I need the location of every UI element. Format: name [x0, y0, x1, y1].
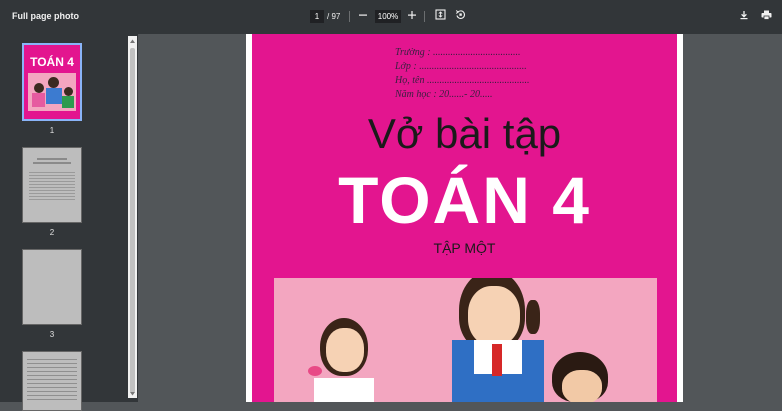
- download-button[interactable]: [736, 8, 752, 25]
- page-total: / 97: [327, 12, 341, 21]
- thumbnail-label: 2: [49, 228, 55, 237]
- book-subject: TOÁN 4: [338, 163, 591, 237]
- scroll-down-icon[interactable]: [129, 391, 136, 397]
- thumbnail-page-2[interactable]: [22, 147, 82, 223]
- thumbnail-sidebar: TOÁN 4 1 2 3: [0, 34, 138, 411]
- name-line: Họ, tên ................................…: [395, 75, 530, 86]
- minus-icon: [359, 14, 367, 16]
- rotate-button[interactable]: [452, 8, 468, 25]
- thumbnail-page-3[interactable]: [22, 249, 82, 325]
- thumbnail-label: 3: [49, 330, 55, 339]
- scroll-up-icon[interactable]: [129, 38, 136, 44]
- school-line: Trường : ...............................…: [395, 47, 521, 58]
- zoom-in-button[interactable]: [404, 8, 420, 25]
- rotate-icon: [455, 10, 465, 19]
- toolbar: Full page photo 1 / 97 100%: [0, 0, 782, 34]
- thumbnail-title: TOÁN 4: [30, 55, 74, 69]
- document-page: Trường : ...............................…: [246, 34, 683, 402]
- toolbar-divider: [349, 11, 350, 22]
- book-title: Vở bài tập: [367, 110, 562, 157]
- school-year-line: Năm học : 20......- 20.....: [395, 89, 493, 100]
- thumbnail-illustration: [28, 73, 76, 111]
- zoom-out-button[interactable]: [355, 8, 371, 25]
- document-viewer[interactable]: Trường : ...............................…: [138, 34, 782, 402]
- thumbnail-page-4[interactable]: [22, 351, 82, 411]
- thumbnail-page-1[interactable]: TOÁN 4: [22, 43, 82, 121]
- girl-face: [326, 328, 364, 372]
- cover-illustration: [274, 278, 657, 402]
- thumbnail-label: 1: [49, 126, 55, 135]
- document-title: Full page photo: [12, 11, 79, 21]
- book-volume: TẬP MỘT: [433, 240, 496, 256]
- print-icon: [761, 10, 771, 20]
- sidebar-scrollbar-thumb[interactable]: [130, 48, 135, 393]
- boy-face: [562, 370, 602, 402]
- fit-page-icon: [434, 9, 446, 20]
- girl-face: [468, 286, 520, 346]
- fit-page-button[interactable]: [432, 8, 448, 25]
- book-cover: Trường : ...............................…: [252, 34, 677, 402]
- zoom-input[interactable]: 100%: [375, 10, 401, 23]
- class-line: Lớp : ..................................…: [395, 61, 527, 72]
- girl-ribbon: [308, 366, 322, 376]
- red-scarf: [492, 344, 502, 376]
- plus-icon: [408, 11, 416, 19]
- page-number-input[interactable]: 1: [310, 10, 324, 23]
- download-icon: [740, 11, 748, 20]
- print-button[interactable]: [758, 8, 774, 25]
- girl-shirt: [314, 378, 374, 402]
- toolbar-divider: [424, 11, 425, 22]
- girl-pigtail: [526, 300, 540, 334]
